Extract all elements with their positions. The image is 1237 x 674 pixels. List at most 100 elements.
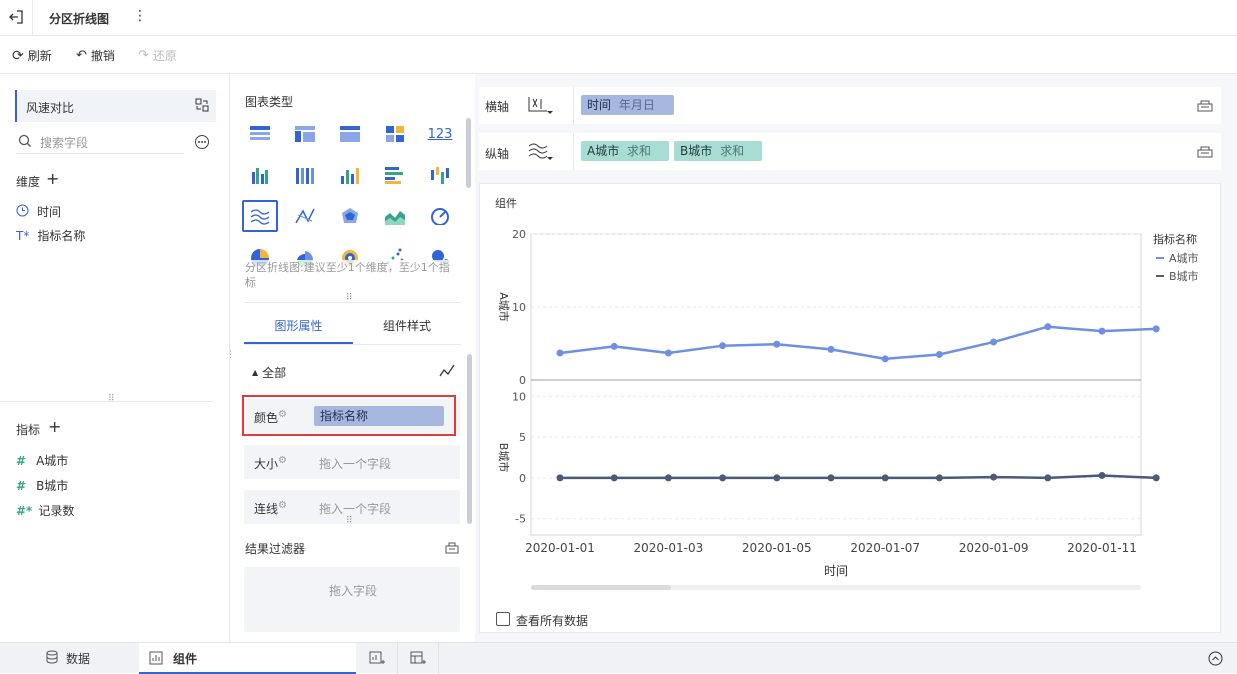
dimension-item[interactable]: T* 指标名称 [16,227,85,244]
splitter-handle-icon[interactable]: ⠿ [108,394,115,404]
chart-type-hint: 分区折线图:建议至少1个维度，至少1个指标 [245,260,460,290]
clock-icon [16,204,29,220]
undo-label: 撤销 [90,49,115,63]
all-series-toggle[interactable]: ▲ 全部 [252,364,286,381]
line-type-icon[interactable] [439,364,455,381]
search-field[interactable]: 搜索字段 [16,132,184,154]
drop-placeholder: 拖入字段 [329,584,378,598]
measure-item[interactable]: # A城市 [16,452,68,469]
series-line [559,325,1157,361]
legend-item: A城市 [1169,251,1199,265]
tab-component[interactable]: 组件 [139,643,356,674]
table-chart-icon[interactable] [242,118,278,150]
panel-splitter-handle[interactable]: ⋮ [226,350,235,360]
data-point [719,342,727,350]
grouped-bar-icon[interactable] [242,159,278,191]
settings-icon[interactable]: ⚙ [278,455,287,466]
settings-icon[interactable]: ⚙ [278,500,287,511]
y-field-pill[interactable]: B城市 求和 [674,141,762,161]
data-point [610,342,618,350]
refresh-button[interactable]: ⟳ 刷新 [12,47,52,64]
count-field-icon: #* [16,503,33,518]
chart-type-title: 图表类型 [245,95,294,109]
more-icon[interactable]: ⋮ [133,8,147,24]
dimension-label: 指标名称 [37,229,86,243]
splitter-handle-icon[interactable]: ⠿ [346,516,353,526]
add-measure-icon[interactable]: + [48,417,61,436]
field-aggregation: 求和 [720,144,745,158]
exit-icon[interactable] [8,9,24,25]
tab-component-style[interactable]: 组件样式 [353,317,461,344]
add-dashboard-icon[interactable] [410,651,426,668]
pivot-table-icon[interactable] [287,118,323,150]
refresh-icon: ⟳ [12,47,24,64]
range-bar-icon[interactable] [422,159,458,191]
column-chart-icon[interactable] [332,159,368,191]
undo-button[interactable]: ↶ 撤销 [76,47,115,64]
legend-title: 指标名称 [1153,232,1197,246]
y-tick-label: 10 [512,390,526,403]
chart-scrollbar-thumb[interactable] [531,585,671,590]
number-field-icon: # [16,453,27,468]
area-chart-icon[interactable] [377,200,413,232]
x-axis-settings-icon[interactable] [1197,98,1213,115]
data-point [990,338,998,346]
add-dimension-icon[interactable]: + [46,169,59,188]
data-point [935,474,943,482]
panel-splitter[interactable] [0,401,213,407]
y-axis-type-icon[interactable] [527,141,553,164]
tab-graphic-properties[interactable]: 图形属性 [244,317,353,344]
tab-data[interactable]: 数据 [46,650,90,667]
x-field-pill[interactable]: 时间 年月日 [581,95,674,115]
size-property[interactable]: 大小 ⚙ 拖入一个字段 [244,445,460,479]
chart-type-grid: 123 [242,118,464,273]
y-axis-settings-icon[interactable] [1197,144,1213,161]
plot-frame [530,233,1142,536]
partition-line-chart-icon[interactable] [242,200,278,232]
y-tick-label: 5 [519,431,526,444]
chart-type-scrollbar[interactable] [466,118,471,188]
x-tick-label: 2020-01-09 [959,541,1029,555]
stacked-bar-icon[interactable] [287,159,323,191]
drop-placeholder: 拖入一个字段 [319,457,392,471]
filter-drop-zone[interactable]: 拖入字段 [244,567,460,632]
switch-dataset-icon[interactable] [195,98,209,112]
redo-icon: ↷ [138,48,149,63]
property-label: 大小 [254,457,279,471]
data-point [881,355,889,363]
radar-chart-icon[interactable] [332,200,368,232]
collapse-up-icon[interactable] [1208,651,1223,669]
bottom-tab-bar: 数据 组件 [0,642,1237,674]
horizontal-bar-icon[interactable] [377,159,413,191]
tab-label: 数据 [66,652,91,666]
dataset-selector[interactable]: 风速对比 [15,90,216,122]
page-title: 分区折线图 [49,12,110,26]
data-point [664,474,672,482]
search-options-icon[interactable] [194,134,210,153]
x-axis-type-icon[interactable] [527,95,553,118]
measure-item[interactable]: # B城市 [16,477,68,494]
gauge-chart-icon[interactable] [422,200,458,232]
view-all-data-label[interactable]: 查看所有数据 [516,612,588,629]
view-all-data-checkbox[interactable] [496,612,510,626]
toolbar: ⟳ 刷新 ↶ 撤销 ↷ 还原 [0,36,1237,74]
kpi-card-icon[interactable] [377,118,413,150]
measure-item[interactable]: #* 记录数 [16,502,74,519]
y-field-pill[interactable]: A城市 求和 [581,141,669,161]
property-scrollbar[interactable] [467,354,472,524]
detail-table-icon[interactable] [332,118,368,150]
chart-scrollbar[interactable] [531,585,1141,590]
x-tick-label: 2020-01-11 [1067,541,1137,555]
redo-button[interactable]: ↷ 还原 [138,47,177,64]
field-name: A城市 [587,144,620,158]
y-tick-label: 20 [512,228,526,241]
add-component-icon[interactable] [369,651,385,668]
dimension-item[interactable]: 时间 [16,203,61,220]
field-panel: 风速对比 搜索字段 维度 + 时间 T* 指标名称 ⠿ 指标 + # A城市 #… [0,74,230,642]
filter-settings-icon[interactable] [445,540,459,557]
number-card-icon[interactable]: 123 [422,118,458,150]
dimension-label: 时间 [37,205,62,219]
line-chart-icon[interactable] [287,200,323,232]
database-icon [46,650,58,667]
y-axis-row: 纵轴 A城市 求和 B城市 求和 [479,133,1221,170]
